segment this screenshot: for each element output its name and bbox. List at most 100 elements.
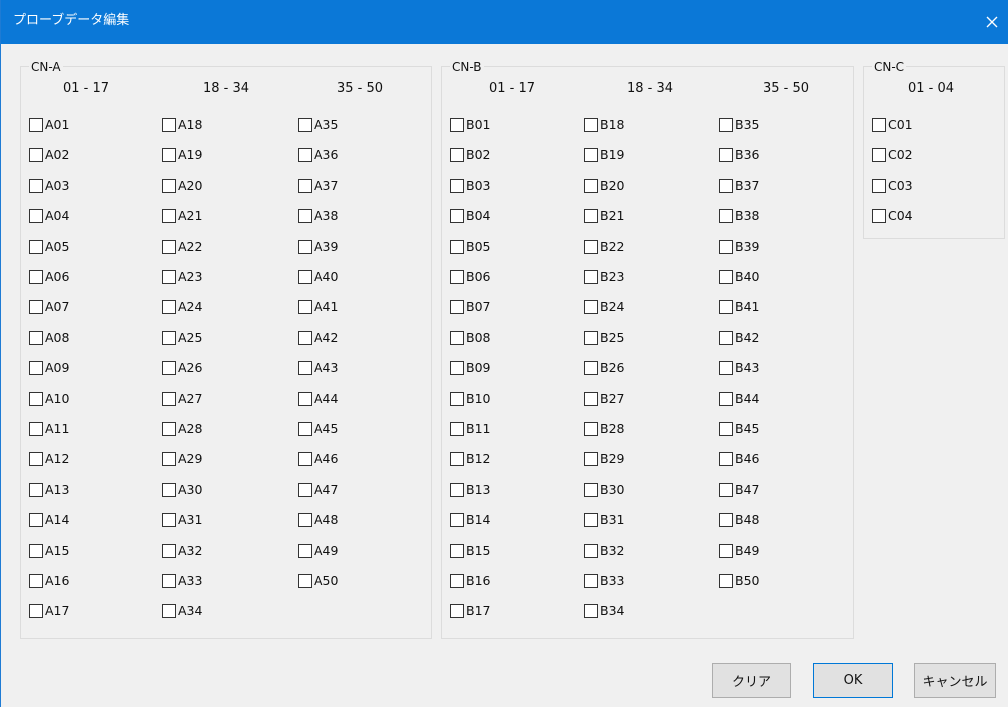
probe-checkbox-b06[interactable]: B06: [450, 268, 490, 286]
probe-checkbox-a41[interactable]: A41: [298, 298, 338, 316]
probe-checkbox-a20[interactable]: A20: [162, 177, 202, 195]
checkbox-box[interactable]: [584, 209, 598, 223]
checkbox-box[interactable]: [450, 331, 464, 345]
checkbox-box[interactable]: [29, 270, 43, 284]
checkbox-box[interactable]: [162, 148, 176, 162]
checkbox-box[interactable]: [162, 452, 176, 466]
checkbox-box[interactable]: [450, 118, 464, 132]
checkbox-box[interactable]: [29, 422, 43, 436]
checkbox-box[interactable]: [719, 361, 733, 375]
checkbox-box[interactable]: [719, 574, 733, 588]
probe-checkbox-b34[interactable]: B34: [584, 602, 624, 620]
probe-checkbox-b20[interactable]: B20: [584, 177, 624, 195]
probe-checkbox-c01[interactable]: C01: [872, 116, 913, 134]
probe-checkbox-a14[interactable]: A14: [29, 511, 69, 529]
checkbox-box[interactable]: [162, 392, 176, 406]
probe-checkbox-b49[interactable]: B49: [719, 542, 759, 560]
probe-checkbox-c04[interactable]: C04: [872, 207, 913, 225]
probe-checkbox-b23[interactable]: B23: [584, 268, 624, 286]
checkbox-box[interactable]: [298, 361, 312, 375]
probe-checkbox-b35[interactable]: B35: [719, 116, 759, 134]
probe-checkbox-b30[interactable]: B30: [584, 481, 624, 499]
probe-checkbox-a39[interactable]: A39: [298, 238, 338, 256]
probe-checkbox-a22[interactable]: A22: [162, 238, 202, 256]
probe-checkbox-b37[interactable]: B37: [719, 177, 759, 195]
probe-checkbox-a42[interactable]: A42: [298, 329, 338, 347]
probe-checkbox-b46[interactable]: B46: [719, 450, 759, 468]
probe-checkbox-b12[interactable]: B12: [450, 450, 490, 468]
probe-checkbox-a15[interactable]: A15: [29, 542, 69, 560]
probe-checkbox-b31[interactable]: B31: [584, 511, 624, 529]
probe-checkbox-a34[interactable]: A34: [162, 602, 202, 620]
checkbox-box[interactable]: [584, 604, 598, 618]
probe-checkbox-b33[interactable]: B33: [584, 572, 624, 590]
probe-checkbox-a32[interactable]: A32: [162, 542, 202, 560]
checkbox-box[interactable]: [162, 209, 176, 223]
checkbox-box[interactable]: [719, 179, 733, 193]
checkbox-box[interactable]: [162, 331, 176, 345]
checkbox-box[interactable]: [298, 270, 312, 284]
checkbox-box[interactable]: [162, 483, 176, 497]
probe-checkbox-a17[interactable]: A17: [29, 602, 69, 620]
probe-checkbox-b22[interactable]: B22: [584, 238, 624, 256]
checkbox-box[interactable]: [298, 392, 312, 406]
checkbox-box[interactable]: [719, 513, 733, 527]
checkbox-box[interactable]: [584, 361, 598, 375]
checkbox-box[interactable]: [584, 483, 598, 497]
probe-checkbox-c03[interactable]: C03: [872, 177, 913, 195]
probe-checkbox-b41[interactable]: B41: [719, 298, 759, 316]
checkbox-box[interactable]: [162, 604, 176, 618]
probe-checkbox-a12[interactable]: A12: [29, 450, 69, 468]
probe-checkbox-a36[interactable]: A36: [298, 146, 338, 164]
checkbox-box[interactable]: [29, 513, 43, 527]
probe-checkbox-b39[interactable]: B39: [719, 238, 759, 256]
probe-checkbox-b05[interactable]: B05: [450, 238, 490, 256]
probe-checkbox-b32[interactable]: B32: [584, 542, 624, 560]
ok-button[interactable]: OK: [813, 663, 893, 698]
checkbox-box[interactable]: [450, 209, 464, 223]
checkbox-box[interactable]: [872, 118, 886, 132]
checkbox-box[interactable]: [584, 179, 598, 193]
checkbox-box[interactable]: [298, 148, 312, 162]
probe-checkbox-b24[interactable]: B24: [584, 298, 624, 316]
checkbox-box[interactable]: [584, 452, 598, 466]
checkbox-box[interactable]: [29, 574, 43, 588]
checkbox-box[interactable]: [719, 148, 733, 162]
probe-checkbox-b36[interactable]: B36: [719, 146, 759, 164]
checkbox-box[interactable]: [584, 392, 598, 406]
probe-checkbox-b25[interactable]: B25: [584, 329, 624, 347]
probe-checkbox-b29[interactable]: B29: [584, 450, 624, 468]
probe-checkbox-b40[interactable]: B40: [719, 268, 759, 286]
checkbox-box[interactable]: [298, 240, 312, 254]
probe-checkbox-a40[interactable]: A40: [298, 268, 338, 286]
checkbox-box[interactable]: [162, 179, 176, 193]
probe-checkbox-b17[interactable]: B17: [450, 602, 490, 620]
checkbox-box[interactable]: [450, 452, 464, 466]
probe-checkbox-b01[interactable]: B01: [450, 116, 490, 134]
checkbox-box[interactable]: [29, 544, 43, 558]
probe-checkbox-b07[interactable]: B07: [450, 298, 490, 316]
checkbox-box[interactable]: [29, 604, 43, 618]
probe-checkbox-a09[interactable]: A09: [29, 359, 69, 377]
checkbox-box[interactable]: [29, 331, 43, 345]
probe-checkbox-b13[interactable]: B13: [450, 481, 490, 499]
probe-checkbox-a45[interactable]: A45: [298, 420, 338, 438]
checkbox-box[interactable]: [584, 270, 598, 284]
checkbox-box[interactable]: [584, 513, 598, 527]
checkbox-box[interactable]: [450, 513, 464, 527]
checkbox-box[interactable]: [162, 361, 176, 375]
probe-checkbox-b14[interactable]: B14: [450, 511, 490, 529]
probe-checkbox-b08[interactable]: B08: [450, 329, 490, 347]
probe-checkbox-a44[interactable]: A44: [298, 390, 338, 408]
probe-checkbox-a47[interactable]: A47: [298, 481, 338, 499]
checkbox-box[interactable]: [298, 118, 312, 132]
checkbox-box[interactable]: [450, 604, 464, 618]
probe-checkbox-a10[interactable]: A10: [29, 390, 69, 408]
checkbox-box[interactable]: [584, 118, 598, 132]
probe-checkbox-a18[interactable]: A18: [162, 116, 202, 134]
probe-checkbox-b09[interactable]: B09: [450, 359, 490, 377]
probe-checkbox-b19[interactable]: B19: [584, 146, 624, 164]
checkbox-box[interactable]: [584, 148, 598, 162]
probe-checkbox-a21[interactable]: A21: [162, 207, 202, 225]
checkbox-box[interactable]: [450, 422, 464, 436]
